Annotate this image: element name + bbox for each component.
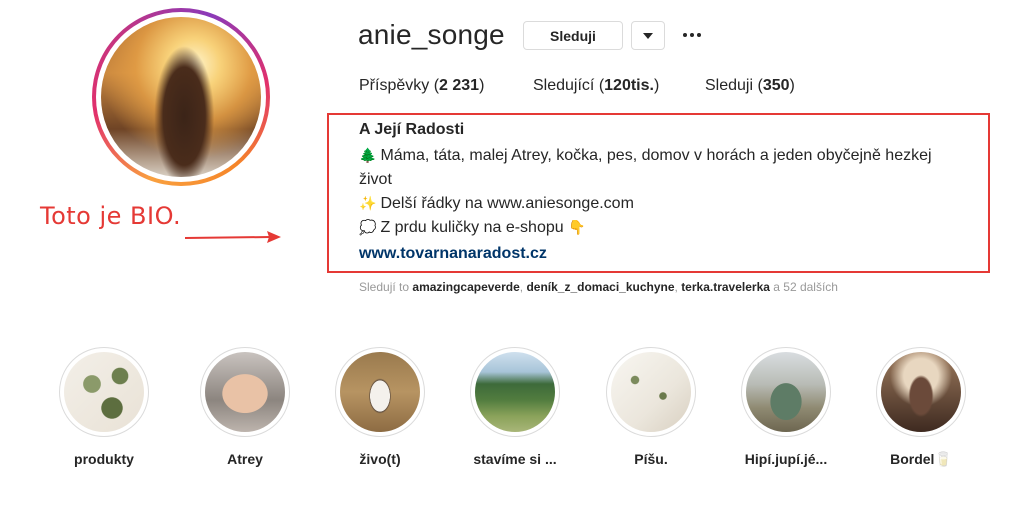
- following-button[interactable]: Sleduji: [523, 21, 623, 50]
- highlight-cover: [746, 352, 826, 432]
- highlight-cover: [881, 352, 961, 432]
- sparkles-icon: ✨: [359, 196, 377, 212]
- followers-stat[interactable]: Sledující (120tis.): [533, 77, 659, 95]
- highlight-label: živo(t): [359, 451, 401, 467]
- more-options-icon[interactable]: [680, 22, 704, 48]
- posts-stat: Příspěvky (2 231): [359, 77, 485, 94]
- bio-line-3: 💭 Z prdu kuličky na e-shopu 👇: [359, 219, 586, 236]
- suggested-dropdown-button[interactable]: [631, 21, 665, 50]
- highlight-label: Hipí.jupí.jé...: [744, 451, 828, 467]
- posts-count: 2 231: [439, 77, 480, 94]
- followers-count: 120tis.: [604, 77, 654, 94]
- bio-line-2: ✨ Delší řádky na www.aniesonge.com: [359, 195, 634, 212]
- profile-username: anie_songe: [358, 19, 505, 50]
- story-highlight[interactable]: živo(t): [325, 347, 435, 467]
- bio-line-1-continued: život: [359, 171, 392, 188]
- annotation-text: Toto je BIO.: [40, 202, 182, 230]
- highlight-cover: [64, 352, 144, 432]
- highlight-label: produkty: [74, 451, 134, 467]
- story-highlight[interactable]: stavíme si ...: [460, 347, 570, 467]
- chevron-down-icon: [643, 32, 653, 39]
- highlight-label: stavíme si ...: [473, 451, 557, 467]
- bio-website-link[interactable]: www.tovarnanaradost.cz: [359, 245, 547, 263]
- annotation-arrow-icon: [184, 231, 281, 243]
- highlight-label: Bordel🥛: [890, 451, 952, 467]
- story-highlight[interactable]: Bordel🥛: [866, 347, 976, 468]
- story-highlight[interactable]: produkty: [49, 347, 159, 467]
- pointing-down-icon: 👇: [568, 220, 586, 236]
- highlight-cover: [475, 352, 555, 432]
- bio-line-1: 🌲 Máma, táta, malej Atrey, kočka, pes, do…: [359, 147, 932, 164]
- followed-by-line[interactable]: Sledují to amazingcapeverde, deník_z_dom…: [359, 280, 838, 294]
- profile-avatar[interactable]: [92, 8, 270, 186]
- thought-bubble-icon: 💭: [359, 220, 377, 236]
- highlight-label: Píšu.: [634, 451, 668, 467]
- story-highlight[interactable]: Píšu.: [596, 347, 706, 467]
- tree-icon: 🌲: [359, 148, 377, 164]
- highlight-cover: [611, 352, 691, 432]
- following-count: 350: [762, 77, 790, 94]
- highlight-label: Atrey: [227, 451, 263, 467]
- avatar-photo: [101, 17, 261, 177]
- following-stat[interactable]: Sleduji (350): [705, 77, 795, 95]
- bio-name: A Její Radosti: [359, 121, 465, 138]
- highlight-cover: [340, 352, 420, 432]
- story-highlight[interactable]: Hipí.jupí.jé...: [731, 347, 841, 467]
- story-highlight[interactable]: Atrey: [190, 347, 300, 467]
- highlight-cover: [205, 352, 285, 432]
